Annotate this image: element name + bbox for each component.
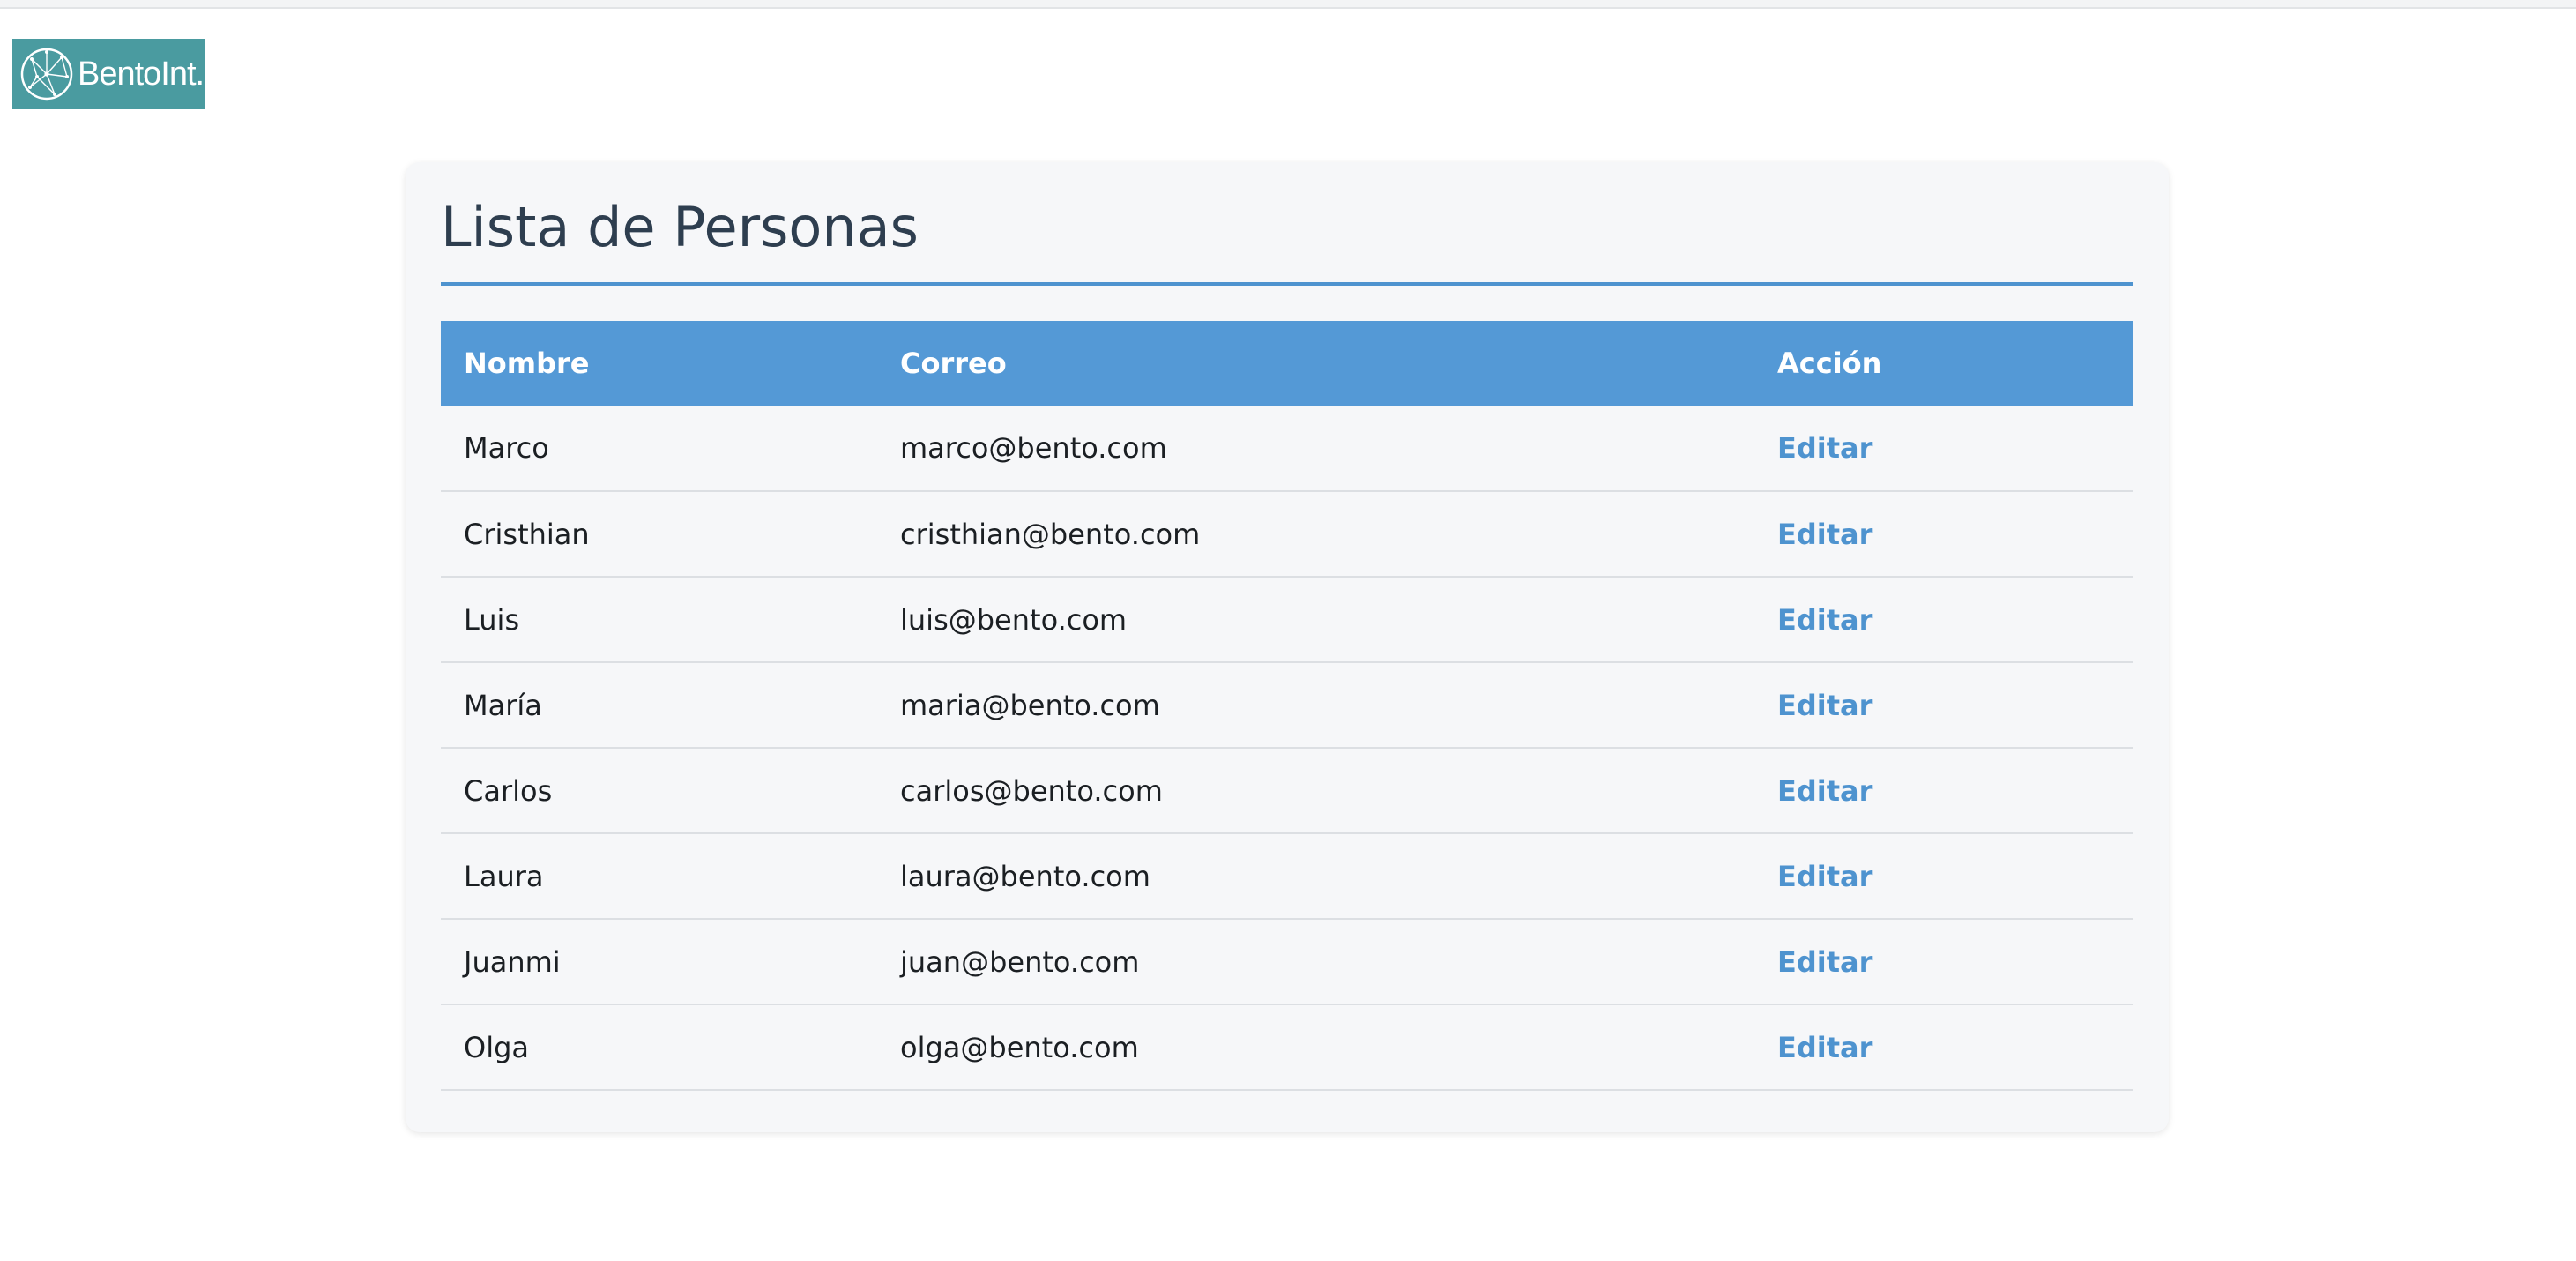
table-row: Olga olga@bento.com Editar	[441, 1004, 2133, 1091]
people-card: Lista de Personas Nombre Correo Acción M…	[406, 162, 2169, 1132]
edit-link[interactable]: Editar	[1777, 860, 1872, 893]
edit-link[interactable]: Editar	[1777, 689, 1872, 722]
column-header-action: Acción	[1754, 321, 2133, 406]
cell-action: Editar	[1754, 662, 2133, 749]
cell-action: Editar	[1754, 491, 2133, 578]
cell-action: Editar	[1754, 577, 2133, 663]
cell-action: Editar	[1754, 406, 2133, 492]
cell-email: juan@bento.com	[877, 919, 1754, 1005]
network-globe-icon	[20, 48, 73, 101]
brand-logo[interactable]: BentoInt.	[12, 39, 205, 109]
cell-name: Luis	[441, 577, 877, 663]
title-divider	[441, 282, 2133, 286]
top-border	[0, 0, 2576, 9]
edit-link[interactable]: Editar	[1777, 431, 1872, 465]
cell-email: carlos@bento.com	[877, 748, 1754, 834]
table-row: Laura laura@bento.com Editar	[441, 833, 2133, 920]
cell-name: Olga	[441, 1004, 877, 1091]
table-row: María maria@bento.com Editar	[441, 662, 2133, 749]
cell-action: Editar	[1754, 919, 2133, 1005]
cell-action: Editar	[1754, 1004, 2133, 1091]
cell-name: Juanmi	[441, 919, 877, 1005]
table-row: Cristhian cristhian@bento.com Editar	[441, 491, 2133, 578]
logo-text: BentoInt.	[78, 55, 205, 93]
page-title: Lista de Personas	[441, 195, 919, 259]
edit-link[interactable]: Editar	[1777, 945, 1872, 979]
column-header-name: Nombre	[441, 321, 877, 406]
cell-email: luis@bento.com	[877, 577, 1754, 663]
cell-name: María	[441, 662, 877, 749]
edit-link[interactable]: Editar	[1777, 1031, 1872, 1064]
cell-email: laura@bento.com	[877, 833, 1754, 920]
table-header-row: Nombre Correo Acción	[441, 321, 2133, 406]
cell-email: olga@bento.com	[877, 1004, 1754, 1091]
cell-email: maria@bento.com	[877, 662, 1754, 749]
cell-name: Marco	[441, 406, 877, 492]
cell-name: Laura	[441, 833, 877, 920]
people-table: Nombre Correo Acción Marco marco@bento.c…	[441, 321, 2133, 1091]
table-row: Marco marco@bento.com Editar	[441, 406, 2133, 492]
cell-action: Editar	[1754, 833, 2133, 920]
column-header-email: Correo	[877, 321, 1754, 406]
table-row: Juanmi juan@bento.com Editar	[441, 919, 2133, 1005]
table-row: Luis luis@bento.com Editar	[441, 577, 2133, 663]
cell-name: Cristhian	[441, 491, 877, 578]
edit-link[interactable]: Editar	[1777, 603, 1872, 637]
cell-email: cristhian@bento.com	[877, 491, 1754, 578]
cell-action: Editar	[1754, 748, 2133, 834]
table-row: Carlos carlos@bento.com Editar	[441, 748, 2133, 834]
cell-name: Carlos	[441, 748, 877, 834]
cell-email: marco@bento.com	[877, 406, 1754, 492]
edit-link[interactable]: Editar	[1777, 518, 1872, 551]
edit-link[interactable]: Editar	[1777, 774, 1872, 808]
